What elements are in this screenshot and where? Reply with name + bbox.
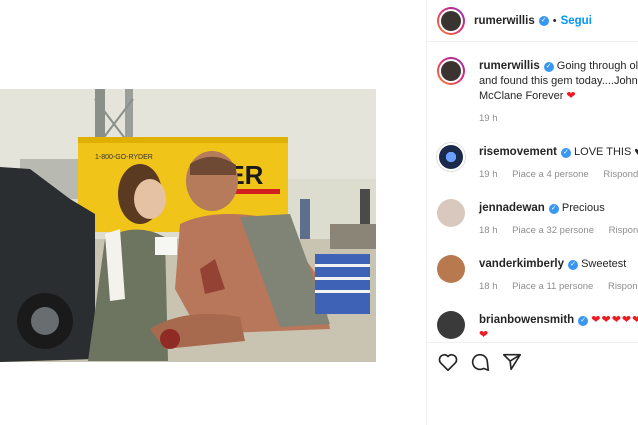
comment-time: 18 h <box>479 225 498 236</box>
post-header: rumerwillis ✓ • Segui <box>427 0 638 42</box>
header-username[interactable]: rumerwillis <box>474 15 535 27</box>
comment-text: Sweetest <box>581 258 627 270</box>
avatar[interactable] <box>437 6 465 35</box>
share-icon[interactable] <box>501 351 523 373</box>
comment-time: 19 h <box>479 169 498 180</box>
action-bar <box>427 342 638 382</box>
comment-icon[interactable] <box>469 351 491 373</box>
caption-username[interactable]: rumerwillis <box>479 60 540 72</box>
photo-pane: 1-800-GO-RYDER YER <box>0 0 425 425</box>
heart-icon[interactable] <box>437 351 459 373</box>
comment-likes[interactable]: Piace a 4 persone <box>512 169 589 180</box>
separator-dot: • <box>552 14 557 27</box>
avatar[interactable] <box>437 199 465 227</box>
red-heart-icon: ❤ <box>566 90 577 102</box>
reply-button[interactable]: Rispondi <box>603 169 638 180</box>
avatar[interactable] <box>437 255 465 283</box>
comment-likes[interactable]: Piace a 11 persone <box>512 281 593 292</box>
verified-badge-icon: ✓ <box>560 148 571 158</box>
avatar[interactable] <box>437 143 465 171</box>
avatar[interactable] <box>437 311 465 339</box>
verified-badge-icon: ✓ <box>543 62 554 72</box>
photo-image: 1-800-GO-RYDER YER <box>0 89 376 362</box>
post-photo[interactable]: 1-800-GO-RYDER YER <box>0 89 376 362</box>
verified-badge-icon: ✓ <box>578 316 589 326</box>
comment-time: 18 h <box>479 281 498 292</box>
comment-username[interactable]: jennadewan <box>479 202 545 214</box>
verified-badge-icon: ✓ <box>568 260 579 270</box>
comment-username[interactable]: risemovement <box>479 146 557 158</box>
comment-username[interactable]: brianbowensmith <box>479 314 574 326</box>
verified-badge-icon: ✓ <box>538 15 549 26</box>
comments-panel: rumerwillis ✓ • Segui rumerwillis ✓ Going… <box>426 0 638 425</box>
reply-button[interactable]: Rispondi <box>609 225 638 236</box>
svg-text:1-800-GO-RYDER: 1-800-GO-RYDER <box>95 154 153 161</box>
follow-button[interactable]: Segui <box>561 15 592 27</box>
black-heart-icon: ♥ <box>634 146 638 158</box>
verified-badge-icon: ✓ <box>548 204 559 214</box>
caption-time: 19 h <box>479 113 498 124</box>
comment-text: LOVE THIS <box>574 146 632 158</box>
reply-button[interactable]: Rispondi <box>608 281 638 292</box>
comment-username[interactable]: vanderkimberly <box>479 258 564 270</box>
comment-text: Precious <box>561 202 605 214</box>
avatar[interactable] <box>437 57 465 85</box>
comment-likes[interactable]: Piace a 32 persone <box>512 225 594 236</box>
instagram-post: 1-800-GO-RYDER YER <box>0 0 638 425</box>
